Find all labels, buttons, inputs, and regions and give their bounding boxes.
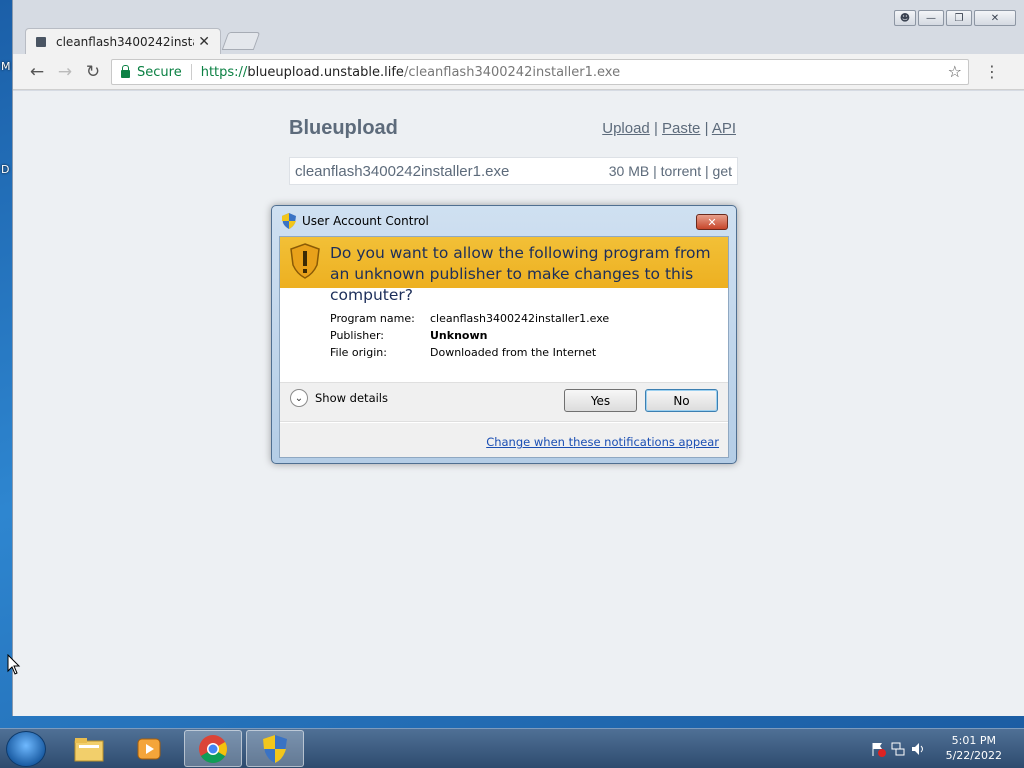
file-row: cleanflash3400242installer1.exe 30 MB | … [289, 157, 738, 185]
clock[interactable]: 5:01 PM 5/22/2022 [946, 733, 1002, 763]
omnibox-divider [190, 64, 192, 80]
file-origin-value: Downloaded from the Internet [430, 346, 597, 359]
taskbar: 5:01 PM 5/22/2022 [0, 728, 1024, 768]
detail-row: Publisher: Unknown [330, 327, 728, 344]
system-tray: 5:01 PM 5/22/2022 [864, 729, 1024, 768]
get-link[interactable]: get [713, 163, 732, 179]
uac-close-button[interactable]: ✕ [696, 214, 728, 230]
page-icon [36, 36, 46, 47]
publisher-value: Unknown [430, 329, 488, 342]
detail-row: Program name: cleanflash3400242installer… [330, 310, 728, 327]
detail-label: File origin: [330, 346, 387, 359]
nav-separator: | [704, 120, 712, 137]
uac-footer: Change when these notifications appear [280, 423, 728, 457]
browser-menu-icon[interactable]: ⋮ [984, 62, 1000, 81]
site-title: Blueupload [289, 117, 398, 139]
api-link[interactable]: API [712, 120, 736, 137]
no-button[interactable]: No [645, 389, 718, 412]
url-path: /cleanflash3400242installer1.exe [403, 64, 621, 80]
close-window-button[interactable]: ✕ [974, 10, 1016, 26]
url-scheme: https:// [200, 64, 248, 80]
address-bar[interactable]: Secure https:// blueupload.unstable.life… [111, 59, 969, 85]
uac-warning-banner: Do you want to allow the following progr… [280, 237, 728, 304]
file-meta: 30 MB | torrent | get [608, 163, 732, 179]
chrome-taskbar-icon[interactable] [184, 730, 242, 767]
nav-separator: | [653, 120, 663, 137]
browser-toolbar: ← → ↻ Secure https:// blueupload.unstabl… [13, 54, 1024, 90]
new-tab-button[interactable] [221, 32, 261, 50]
yes-button[interactable]: Yes [564, 389, 637, 412]
tab-active[interactable]: cleanflash3400242installe ✕ [25, 28, 221, 54]
uac-dialog: User Account Control ✕ Do you want to al… [271, 205, 737, 464]
show-details-label: Show details [315, 391, 388, 405]
start-button[interactable] [6, 731, 46, 767]
lock-icon [121, 65, 130, 78]
window-controls: ☻ — ❐ ✕ [894, 10, 1016, 26]
tab-close-icon[interactable]: ✕ [198, 34, 210, 50]
program-name-value: cleanflash3400242installer1.exe [430, 312, 610, 325]
detail-row: File origin: Downloaded from the Interne… [330, 344, 728, 361]
secure-label: Secure [137, 64, 182, 80]
torrent-link[interactable]: torrent [661, 163, 701, 179]
reload-icon[interactable]: ↻ [83, 62, 103, 82]
volume-icon[interactable] [910, 741, 926, 757]
uac-body: Do you want to allow the following progr… [279, 236, 729, 458]
mouse-cursor-icon [7, 654, 21, 675]
paste-link[interactable]: Paste [662, 120, 700, 137]
profile-icon[interactable]: ☻ [894, 10, 916, 26]
minimize-button[interactable]: — [918, 10, 944, 26]
clock-time: 5:01 PM [951, 734, 996, 747]
url-host: blueupload.unstable.life [247, 64, 404, 80]
restore-button[interactable]: ❐ [946, 10, 972, 26]
shield-icon [282, 213, 296, 229]
warning-shield-icon [290, 243, 320, 279]
tab-title: cleanflash3400242installe [56, 34, 194, 49]
bookmark-star-icon[interactable]: ☆ [948, 62, 962, 81]
change-notifications-link[interactable]: Change when these notifications appear [486, 435, 719, 449]
clock-date: 5/22/2022 [945, 749, 1002, 762]
site-nav: Upload | Paste | API [602, 120, 736, 137]
file-explorer-icon[interactable] [60, 730, 118, 767]
media-player-icon[interactable] [120, 730, 178, 767]
network-icon[interactable] [890, 741, 906, 757]
detail-label: Program name: [330, 312, 415, 325]
detail-label: Publisher: [330, 329, 385, 342]
desktop-icon-label: M [1, 60, 11, 73]
upload-link[interactable]: Upload [602, 120, 650, 137]
show-details-toggle[interactable]: ⌄ Show details [290, 389, 388, 407]
chevron-down-icon[interactable]: ⌄ [290, 389, 308, 407]
back-icon[interactable]: ← [27, 62, 47, 82]
uac-title: User Account Control [302, 214, 429, 228]
file-size: 30 MB [608, 163, 650, 179]
uac-titlebar: User Account Control ✕ [272, 206, 736, 236]
forward-icon[interactable]: → [55, 62, 75, 82]
action-center-flag-icon[interactable] [870, 741, 886, 757]
file-name: cleanflash3400242installer1.exe [295, 162, 510, 180]
uac-question: Do you want to allow the following progr… [330, 244, 711, 304]
uac-taskbar-icon[interactable] [246, 730, 304, 767]
uac-actions: ⌄ Show details Yes No [280, 382, 728, 422]
desktop-icon-label: D [1, 163, 10, 176]
